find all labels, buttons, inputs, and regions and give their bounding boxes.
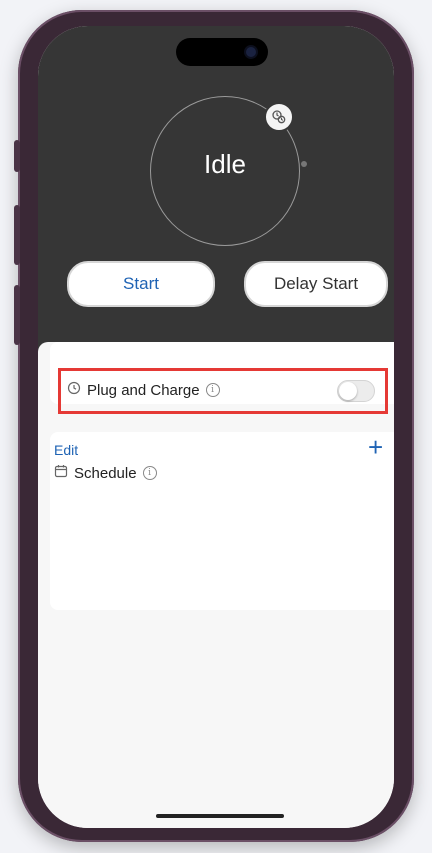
camera-icon xyxy=(246,47,256,57)
side-button-action xyxy=(14,140,20,172)
delay-start-button[interactable]: Delay Start xyxy=(244,261,388,307)
side-button-volume-down xyxy=(14,285,20,345)
dynamic-island xyxy=(176,38,268,66)
schedule-badge-icon[interactable] xyxy=(264,102,294,132)
settings-content: Plug and Charge i Edit + Schedule i xyxy=(38,342,394,828)
schedule-label: Schedule xyxy=(74,464,137,482)
info-icon[interactable]: i xyxy=(205,383,220,397)
schedule-card xyxy=(50,432,394,610)
plug-and-charge-label: Plug and Charge xyxy=(87,381,200,399)
add-schedule-button[interactable]: + xyxy=(368,434,383,460)
edit-link[interactable]: Edit xyxy=(54,442,78,458)
plug-and-charge-row: Plug and Charge i xyxy=(58,368,388,414)
charger-status: Idle xyxy=(204,149,246,179)
side-button-volume-up xyxy=(14,205,20,265)
plug-and-charge-label-group: Plug and Charge i xyxy=(67,381,220,399)
calendar-icon xyxy=(54,464,68,482)
info-icon[interactable]: i xyxy=(142,466,157,480)
status-header: Idle Start Delay Start xyxy=(38,26,394,356)
screen: Idle Start Delay Start Plug and Charge i… xyxy=(38,26,394,828)
start-button[interactable]: Start xyxy=(67,261,215,307)
ring-knob xyxy=(301,161,307,167)
schedule-row: Schedule i xyxy=(54,464,157,482)
home-indicator[interactable] xyxy=(156,814,284,818)
plug-clock-icon xyxy=(67,381,81,399)
plug-and-charge-toggle[interactable] xyxy=(337,380,375,402)
toggle-knob xyxy=(339,382,357,400)
